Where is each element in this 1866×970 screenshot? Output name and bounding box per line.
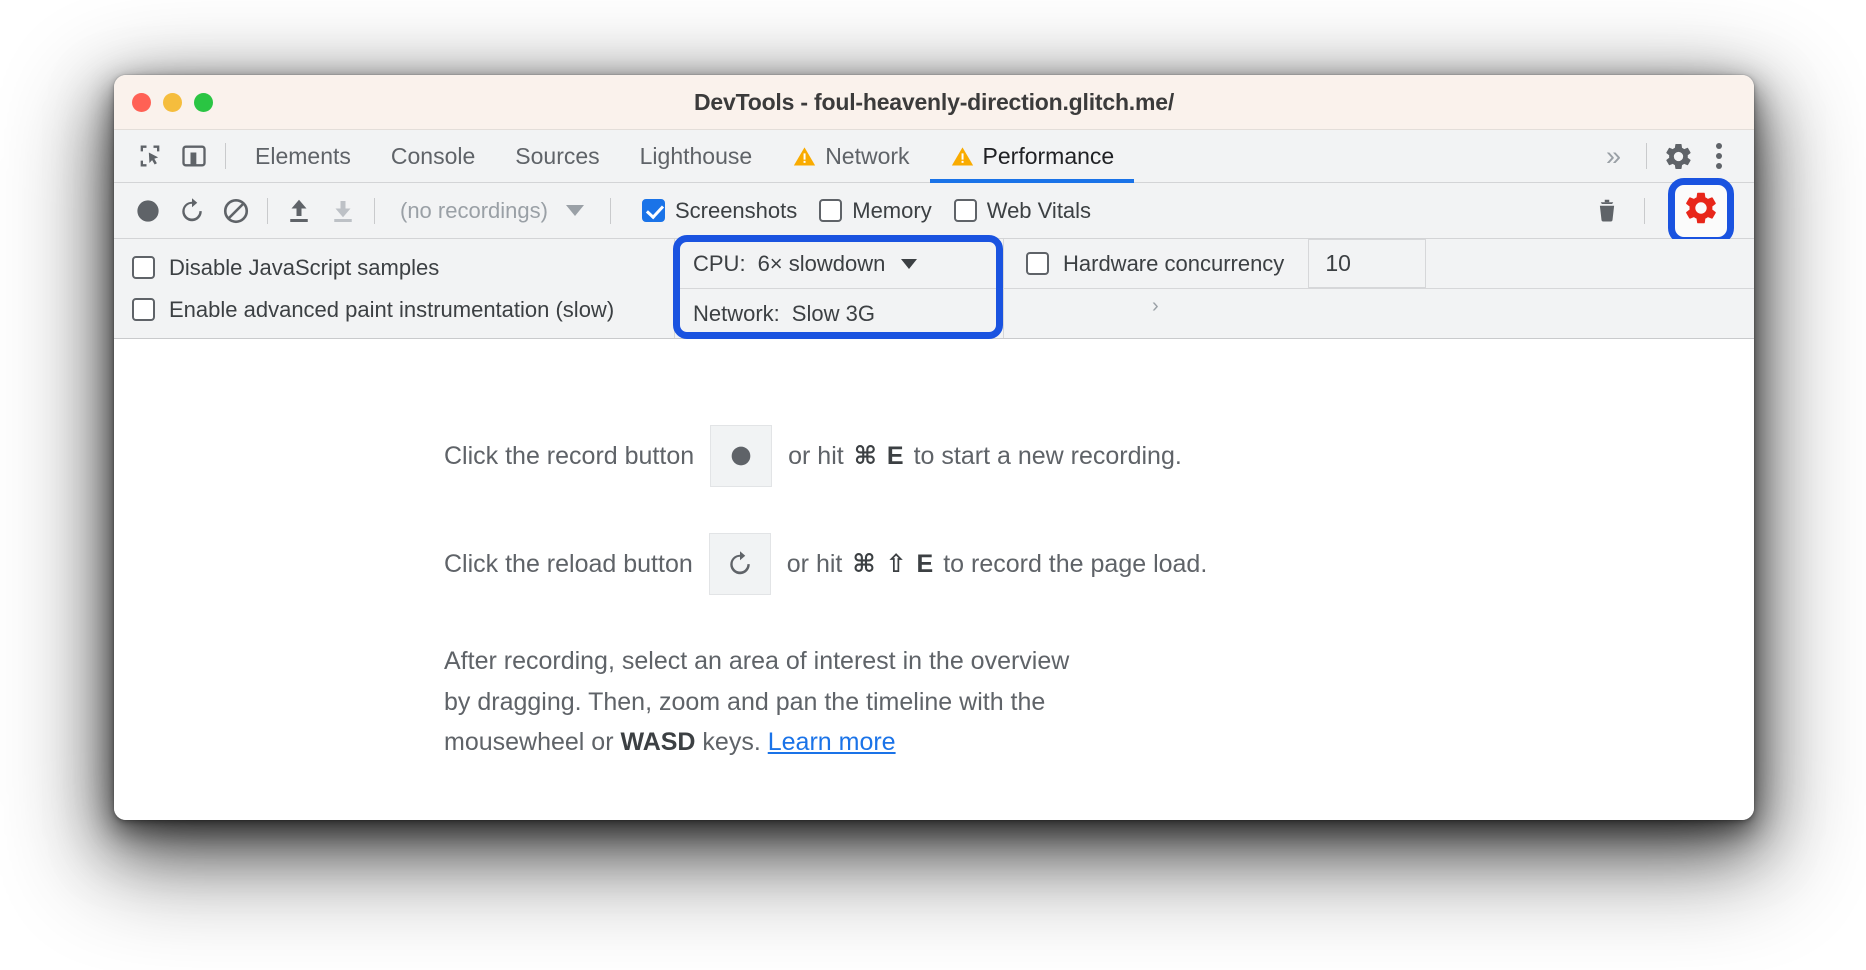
cpu-throttling-value[interactable]: 6× slowdown [758, 251, 886, 277]
cpu-throttling-label: CPU: [693, 250, 746, 276]
screenshots-label: Screenshots [674, 197, 798, 223]
maximize-window-button[interactable] [194, 92, 213, 112]
reload-shortcut-modifier: ⌘ [852, 550, 876, 578]
more-tabs-chevron-icon[interactable]: » [1588, 141, 1637, 172]
network-throttling-label: Network: [693, 300, 780, 326]
record-shortcut-letter: E [886, 441, 904, 470]
reload-shortcut-letter: E [916, 549, 934, 578]
traffic-light-controls [132, 92, 213, 112]
tab-performance[interactable]: Performance [929, 130, 1135, 183]
close-window-button[interactable] [132, 92, 151, 112]
record-instruction-line: Click the record button or hit ⌘ E to st… [114, 425, 1754, 487]
screenshots-checkbox[interactable] [641, 199, 665, 222]
screenshot-root: DevTools - foul-heavenly-direction.glitc… [0, 0, 1866, 970]
disable-js-samples-row[interactable]: Disable JavaScript samples [132, 254, 674, 282]
window-titlebar: DevTools - foul-heavenly-direction.glitc… [114, 75, 1754, 130]
reload-instruction-prefix: Click the reload button [444, 549, 693, 578]
devtools-window: DevTools - foul-heavenly-direction.glitc… [114, 75, 1754, 820]
record-instruction-suffix: to start a new recording. [913, 441, 1182, 470]
web-vitals-label: Web Vitals [986, 197, 1092, 223]
record-button[interactable] [126, 191, 170, 231]
save-profile-button[interactable] [321, 191, 365, 231]
network-throttling-chevron-icon: › [1152, 295, 1159, 317]
tab-label: Elements [255, 142, 351, 169]
hardware-concurrency-label: Hardware concurrency [1063, 250, 1285, 276]
tabbar-right-controls: » [1588, 136, 1754, 176]
settings-gear-icon[interactable] [1656, 136, 1700, 176]
tab-label: Console [390, 142, 476, 169]
load-profile-button[interactable] [277, 191, 321, 231]
tabbar-divider [225, 143, 226, 169]
web-vitals-checkbox-row[interactable]: Web Vitals [953, 197, 1092, 224]
reload-instruction-suffix: to record the page load. [943, 549, 1208, 578]
hardware-concurrency-checkbox[interactable] [1026, 252, 1049, 275]
record-instruction-prefix: Click the record button [444, 441, 695, 470]
learn-more-link[interactable]: Learn more [768, 728, 896, 756]
tab-sources[interactable]: Sources [495, 130, 619, 183]
memory-label: Memory [852, 197, 932, 223]
tab-label: Sources [515, 142, 600, 169]
network-throttling-value[interactable]: Slow 3G [792, 301, 875, 327]
cpu-throttling-chevron-down-icon[interactable] [901, 258, 918, 269]
capture-settings-button[interactable] [1668, 177, 1734, 244]
performance-toolbar: (no recordings) Screenshots Memory Web V… [114, 177, 1754, 244]
record-instruction-mid: or hit [788, 441, 844, 470]
hardware-concurrency-input[interactable]: 10 [1308, 239, 1427, 288]
disable-js-samples-checkbox[interactable] [132, 256, 155, 280]
advanced-paint-instrumentation-row[interactable]: Enable advanced paint instrumentation (s… [132, 296, 674, 324]
recordings-chevron-down-icon[interactable] [565, 205, 584, 216]
tab-console[interactable]: Console [371, 130, 495, 183]
minimize-window-button[interactable] [163, 92, 182, 112]
screenshots-checkbox-row[interactable]: Screenshots [641, 197, 798, 224]
recordings-dropdown[interactable]: (no recordings) [384, 198, 548, 224]
cpu-throttling-row[interactable]: CPU: 6× slowdown [675, 239, 1003, 288]
hardware-concurrency-row[interactable]: Hardware concurrency 10 [1004, 239, 1754, 288]
toolbar-divider-4 [1644, 197, 1645, 224]
tab-elements[interactable]: Elements [235, 130, 371, 183]
performance-landing-page: Click the record button or hit ⌘ E to st… [114, 339, 1754, 820]
wasd-keys-label: WASD [620, 728, 696, 756]
toolbar-divider-3 [609, 197, 611, 224]
warning-triangle-icon [792, 144, 817, 169]
window-title: DevTools - foul-heavenly-direction.glitc… [693, 88, 1175, 115]
record-shortcut-modifier: ⌘ [853, 442, 877, 470]
reload-instruction-mid: or hit [786, 549, 843, 578]
warning-triangle-icon [950, 144, 975, 169]
memory-checkbox-row[interactable]: Memory [819, 197, 932, 224]
tabbar-right-divider [1646, 143, 1647, 169]
clear-button[interactable] [214, 191, 258, 231]
capture-settings-pane: Disable JavaScript samples Enable advanc… [114, 235, 1754, 339]
capture-settings-gear-icon [1682, 189, 1720, 232]
toolbar-divider-1 [267, 197, 268, 224]
devtools-tabbar: Elements Console Sources Lighthouse Netw… [114, 130, 1754, 183]
reload-instruction-line: Click the reload button or hit ⌘ ⇧ E to … [114, 533, 1754, 595]
trash-icon[interactable] [1585, 191, 1629, 231]
memory-checkbox[interactable] [819, 199, 843, 222]
web-vitals-checkbox[interactable] [953, 199, 977, 222]
throttling-controls: CPU: 6× slowdown Network: Slow 3G [673, 235, 1004, 339]
paragraph-part-two: keys. [695, 728, 768, 756]
advanced-paint-instrumentation-label: Enable advanced paint instrumentation (s… [169, 296, 615, 322]
device-toolbar-icon[interactable] [172, 136, 216, 176]
disable-js-samples-label: Disable JavaScript samples [169, 255, 440, 280]
hardware-concurrency-controls: Hardware concurrency 10 › [1004, 239, 1754, 338]
tab-label: Lighthouse [639, 142, 753, 169]
tab-label: Performance [982, 142, 1115, 169]
record-dot-icon[interactable] [710, 425, 773, 487]
advanced-paint-instrumentation-checkbox[interactable] [132, 297, 155, 321]
overview-instruction-paragraph: After recording, select an area of inter… [114, 641, 1404, 763]
toolbar-divider-2 [374, 197, 375, 224]
tab-lighthouse[interactable]: Lighthouse [620, 130, 773, 183]
network-throttling-row[interactable]: Network: Slow 3G [675, 288, 1003, 338]
more-options-kebab-icon[interactable] [1700, 143, 1738, 169]
inspect-element-icon[interactable] [128, 136, 172, 176]
reload-and-record-button[interactable] [170, 191, 214, 231]
tab-network[interactable]: Network [772, 130, 929, 183]
reload-shortcut-shift: ⇧ [885, 550, 907, 578]
tab-label: Network [825, 142, 910, 169]
hardware-concurrency-row-filler: › [1004, 288, 1754, 338]
capture-settings-options: Disable JavaScript samples Enable advanc… [114, 239, 674, 338]
reload-arrow-icon[interactable] [708, 533, 771, 595]
performance-toolbar-right [1585, 177, 1754, 244]
